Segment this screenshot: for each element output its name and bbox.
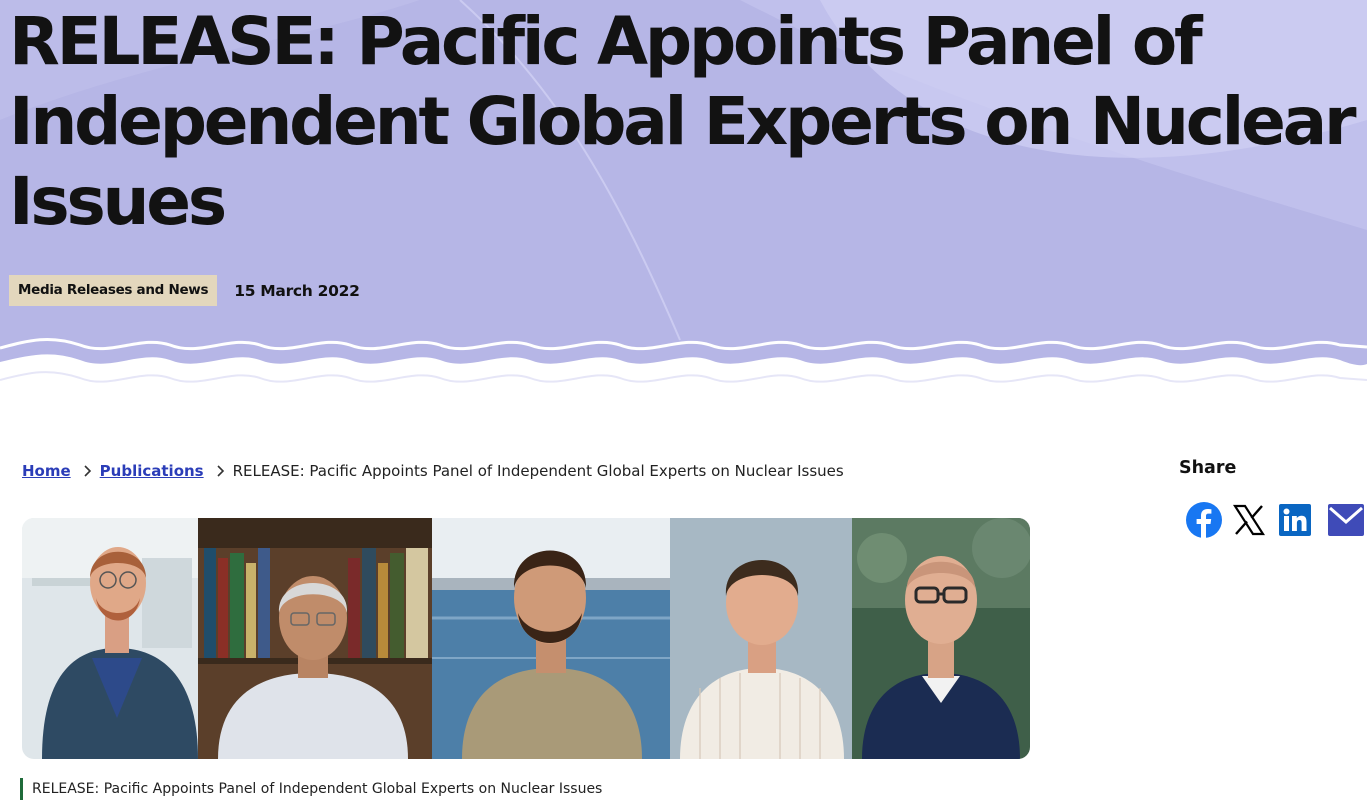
email-icon[interactable]	[1328, 504, 1364, 536]
portrait-1	[22, 518, 198, 759]
chevron-right-icon	[84, 465, 91, 477]
publish-date: 15 March 2022	[234, 281, 360, 300]
chevron-right-icon	[217, 465, 224, 477]
article-meta: Media Releases and News 15 March 2022	[9, 275, 360, 306]
portrait-5	[852, 518, 1030, 759]
facebook-icon[interactable]	[1186, 502, 1222, 538]
page-title: RELEASE: Pacific Appoints Panel of Indep…	[9, 3, 1357, 240]
portrait-3	[432, 518, 670, 759]
image-caption: RELEASE: Pacific Appoints Panel of Indep…	[20, 778, 602, 800]
article-image	[22, 518, 1030, 759]
breadcrumb: Home Publications RELEASE: Pacific Appoi…	[22, 459, 844, 483]
breadcrumb-publications-link[interactable]: Publications	[100, 462, 204, 480]
breadcrumb-home-link[interactable]: Home	[22, 462, 71, 480]
share-panel: Share	[1179, 458, 1364, 538]
category-tag[interactable]: Media Releases and News	[9, 275, 218, 306]
x-icon[interactable]	[1233, 504, 1265, 536]
portrait-2	[198, 518, 432, 759]
portrait-4	[670, 518, 852, 759]
share-icons	[1186, 502, 1367, 542]
hero-banner: RELEASE: Pacific Appoints Panel of Indep…	[0, 0, 1367, 392]
linkedin-icon[interactable]	[1279, 504, 1311, 536]
share-title: Share	[1179, 458, 1237, 478]
breadcrumb-current: RELEASE: Pacific Appoints Panel of Indep…	[232, 462, 844, 480]
